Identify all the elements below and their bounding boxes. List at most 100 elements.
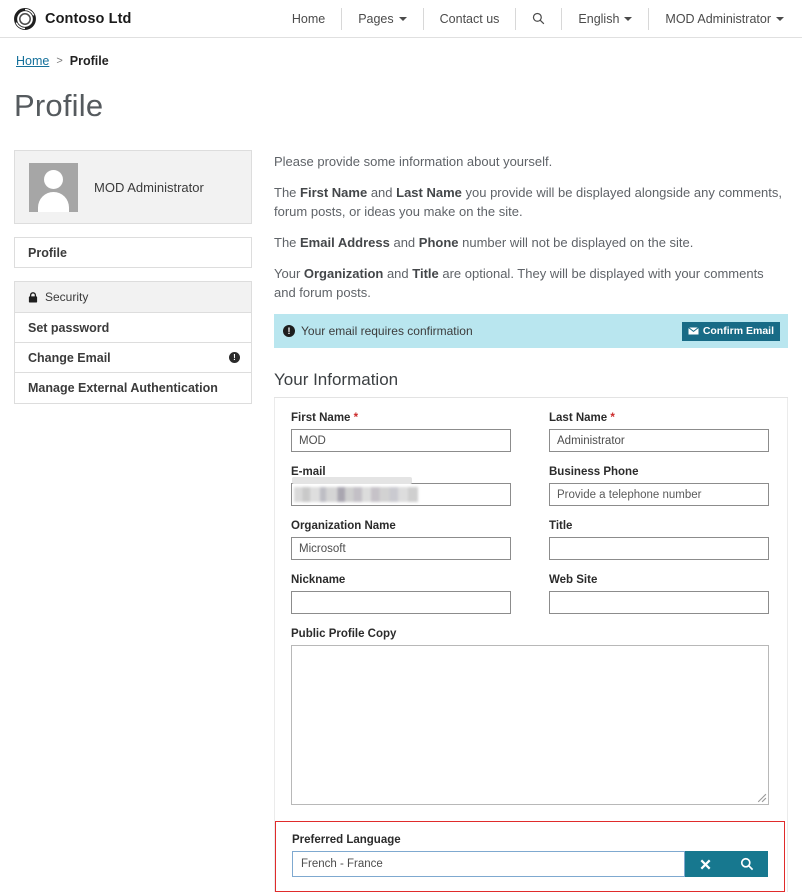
last-name-label: Last Name * [549,412,769,424]
intro-4-title: Title [412,266,439,281]
required-marker: * [610,412,615,424]
intro-4-organization: Organization [303,266,384,281]
nav-item-search[interactable] [516,7,563,30]
intro-3-e: number will not be displayed on the site… [458,235,694,250]
last-name-input[interactable] [549,429,769,452]
close-x-icon [700,859,711,869]
organization-name-input[interactable] [291,537,511,560]
nav-item-contact-us-label: Contact us [439,11,500,26]
nickname-label: Nickname [291,574,346,586]
sidebar-item-manage-external-authentication[interactable]: Manage External Authentication [15,373,251,403]
sidebar-item-set-password[interactable]: Set password [15,313,251,343]
title-label: Title [549,520,573,532]
intro-3-email-address: Email Address [300,235,390,250]
intro-2-first-name: First Name [300,185,368,200]
sidebar-item-profile[interactable]: Profile [14,237,252,268]
search-icon [533,12,545,25]
brand-home-link[interactable]: Contoso Ltd [14,7,131,30]
nav-item-language-label: English [578,11,620,26]
intro-2-a: The [274,185,301,200]
sidebar-item-profile-label: Profile [28,245,67,260]
sidebar-item-change-email-label: Change Email [28,350,111,365]
last-name-label-text: Last Name [549,412,608,424]
breadcrumb: Home > Profile [0,38,802,68]
intro-paragraph-4: Your Organization and Title are optional… [274,264,788,302]
sidebar-security-heading: Security [15,282,251,313]
page-layout: MOD Administrator Profile Security Set p… [0,124,802,892]
person-avatar-icon [29,162,78,212]
top-navbar: Contoso Ltd Home Pages Contact us Englis… [0,0,802,38]
confirm-email-button-label: Confirm Email [702,325,774,337]
sidebar-item-change-email[interactable]: Change Email ! [15,343,251,373]
intro-3-c: and [389,235,419,250]
alert-message: Your email requires confirmation [301,324,473,338]
nav-item-account-label: MOD Administrator [665,11,771,26]
nav-item-pages-label: Pages [358,11,394,26]
breadcrumb-current: Profile [69,54,109,68]
field-organization-name: Organization Name [291,520,511,560]
preferred-language-label: Preferred Language [292,834,401,846]
first-name-label-text: First Name [291,412,351,424]
confirm-email-button[interactable]: Confirm Email [681,321,780,341]
search-icon [740,857,754,871]
sidebar-user-card: MOD Administrator [14,150,252,224]
field-website: Web Site [549,574,769,614]
intro-3-phone: Phone [418,235,459,250]
organization-name-label: Organization Name [291,520,396,532]
website-label: Web Site [549,574,598,586]
main-content: Please provide some information about yo… [274,150,788,892]
first-name-input[interactable] [291,429,511,452]
envelope-icon [688,327,699,335]
intro-3-a: The [274,235,301,250]
field-nickname: Nickname [291,574,511,614]
breadcrumb-separator: > [56,55,63,67]
sidebar: MOD Administrator Profile Security Set p… [14,150,252,404]
intro-2-c: and [367,185,397,200]
email-input-wrapper [291,477,511,506]
exclamation-circle-icon: ! [283,325,295,337]
website-input[interactable] [549,591,769,614]
preferred-language-input[interactable] [292,851,685,877]
nav-item-home[interactable]: Home [282,7,343,30]
chevron-down-icon [776,16,784,21]
sidebar-security-group: Security Set password Change Email ! Man… [14,281,252,404]
nav-item-home-label: Home [291,11,326,26]
profile-form: First Name * Last Name * E-mail [274,398,788,892]
clear-language-button[interactable] [685,851,726,877]
first-name-label: First Name * [291,412,511,424]
field-last-name: Last Name * [549,412,769,452]
form-row-nickname-website: Nickname Web Site [291,574,769,614]
field-email: E-mail [291,466,511,506]
nav-item-account[interactable]: MOD Administrator [649,8,788,30]
form-row-contact: E-mail Business Phone [291,466,769,506]
nav-item-language[interactable]: English [562,7,650,30]
title-input[interactable] [549,537,769,560]
business-phone-input[interactable] [549,483,769,506]
chevron-down-icon [624,16,633,21]
public-profile-copy-label: Public Profile Copy [291,628,397,640]
field-business-phone: Business Phone [549,466,769,506]
nav-item-pages[interactable]: Pages [342,7,424,30]
intro-4-a: Your [274,266,304,281]
chevron-down-icon [398,16,407,21]
public-profile-copy-textarea[interactable] [291,645,769,805]
nickname-input[interactable] [291,591,511,614]
email-confirmation-alert: ! Your email requires confirmation Confi… [274,314,788,348]
form-row-org: Organization Name Title [291,520,769,560]
form-row-names: First Name * Last Name * [291,412,769,452]
contoso-ring-logo-icon [14,7,36,30]
field-public-profile-copy: Public Profile Copy [291,628,769,805]
breadcrumb-home-link[interactable]: Home [16,54,49,68]
page-title: Profile [14,88,104,123]
preferred-language-highlight: Preferred Language [275,821,785,892]
business-phone-label: Business Phone [549,466,639,478]
nav-item-contact-us[interactable]: Contact us [424,7,517,30]
intro-paragraph-1: Please provide some information about yo… [274,154,553,169]
field-first-name: First Name * [291,412,511,452]
field-title: Title [549,520,769,560]
sidebar-security-label: Security [45,290,89,304]
intro-4-c: and [383,266,413,281]
email-redaction-mask [294,487,418,502]
lock-icon [28,291,38,302]
search-language-button[interactable] [726,851,768,877]
